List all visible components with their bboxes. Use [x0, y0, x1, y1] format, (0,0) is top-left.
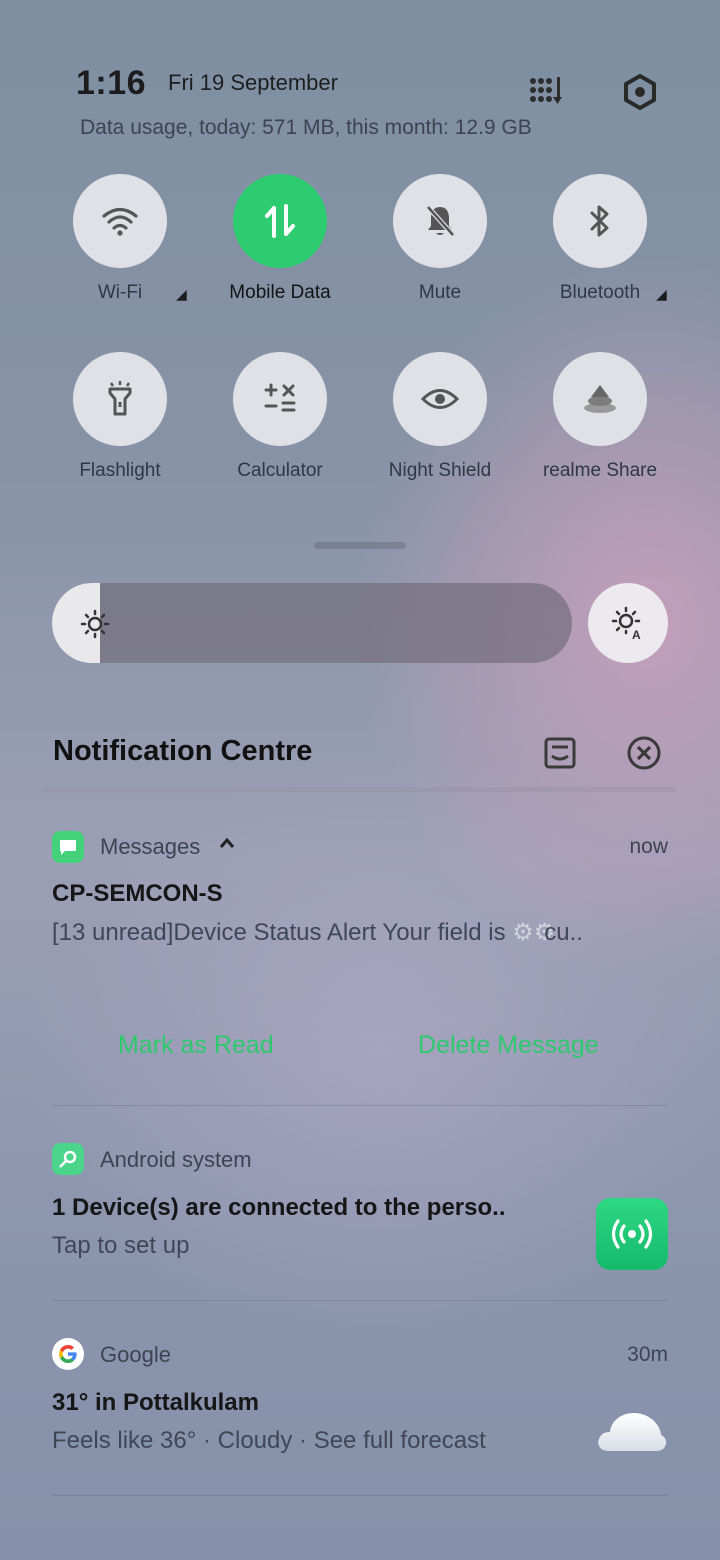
drag-handle[interactable] [314, 542, 406, 549]
tile-wifi[interactable]: Wi-Fi ◢ [40, 174, 200, 304]
body-tail: cu.. [544, 919, 583, 946]
mobile-data-icon [233, 174, 327, 268]
clear-all-icon[interactable] [624, 733, 664, 773]
wifi-icon [73, 174, 167, 268]
google-g-icon [52, 1338, 84, 1370]
date-label: Fri 19 September [168, 70, 338, 95]
tile-label: Mobile Data [229, 282, 331, 303]
sun-icon [80, 609, 110, 639]
tile-label: Mute [418, 282, 462, 303]
divider [52, 1105, 668, 1106]
clock-time: 1:16 [76, 64, 147, 102]
bell-off-icon [393, 174, 487, 268]
divider [44, 787, 676, 792]
app-name: Android system [100, 1147, 252, 1172]
grid-edit-icon[interactable] [526, 72, 566, 112]
notification-messages[interactable]: Messages now CP-SEMCON-S [13 unread]Devi… [0, 820, 720, 1100]
svg-text:A: A [632, 628, 641, 640]
hotspot-icon [596, 1198, 668, 1270]
emoji-placeholder: ⚙⚙ [512, 919, 556, 946]
auto-brightness-button[interactable]: A [588, 583, 668, 663]
tile-label: Calculator [237, 460, 323, 481]
notification-android-system[interactable]: Android system 1 Device(s) are connected… [0, 1130, 720, 1290]
mark-as-read-button[interactable]: Mark as Read [118, 1031, 274, 1060]
notification-body: [13 unread]Device Status Alert Your fiel… [52, 918, 668, 947]
cloud-icon [594, 1401, 668, 1462]
notification-google[interactable]: Google 30m 31° in Pottalkulam Feels like… [0, 1325, 720, 1485]
tile-realme-share[interactable]: realme Share [520, 352, 680, 482]
tile-calculator[interactable]: Calculator [200, 352, 360, 482]
notification-title: 1 Device(s) are connected to the perso.. [52, 1194, 506, 1221]
messages-app-icon [52, 831, 84, 863]
settings-hexagon-icon[interactable] [620, 72, 660, 112]
tile-night-shield[interactable]: Night Shield [360, 352, 520, 482]
divider [52, 1300, 668, 1301]
notification-time: 30m [627, 1343, 668, 1366]
tile-mute[interactable]: Mute [360, 174, 520, 304]
notification-time: now [629, 835, 668, 858]
tile-bluetooth[interactable]: Bluetooth ◢ [520, 174, 680, 304]
tile-mobile-data[interactable]: Mobile Data [200, 174, 360, 304]
app-name: Messages [100, 834, 201, 859]
app-name: Google [100, 1342, 171, 1367]
body-text: [13 unread]Device Status Alert Your fiel… [52, 919, 506, 946]
expand-arrow-icon[interactable]: ◢ [176, 286, 187, 303]
notification-title: 31° in Pottalkulam [52, 1389, 259, 1416]
notification-body: Feels like 36° · Cloudy · See full forec… [52, 1427, 486, 1454]
tile-label: realme Share [542, 460, 658, 481]
manage-icon[interactable] [540, 733, 580, 773]
notification-body: Tap to set up [52, 1232, 190, 1259]
brightness-slider[interactable] [52, 583, 572, 663]
auto-brightness-icon: A [611, 606, 641, 640]
notification-title: CP-SEMCON-S [52, 880, 223, 907]
data-usage-label[interactable]: Data usage, today: 571 MB, this month: 1… [80, 116, 532, 140]
chevron-up-icon[interactable] [218, 836, 236, 855]
tile-label: Flashlight [79, 460, 161, 481]
tile-flashlight[interactable]: Flashlight [40, 352, 200, 482]
bluetooth-icon [553, 174, 647, 268]
realme-share-icon [553, 352, 647, 446]
delete-message-button[interactable]: Delete Message [418, 1031, 599, 1060]
flashlight-icon [73, 352, 167, 446]
calculator-icon [233, 352, 327, 446]
expand-arrow-icon[interactable]: ◢ [656, 286, 667, 303]
divider [52, 1495, 668, 1496]
eye-icon [393, 352, 487, 446]
tile-label: Night Shield [388, 460, 492, 481]
notification-centre-title: Notification Centre [53, 735, 313, 767]
android-system-app-icon [52, 1143, 84, 1175]
